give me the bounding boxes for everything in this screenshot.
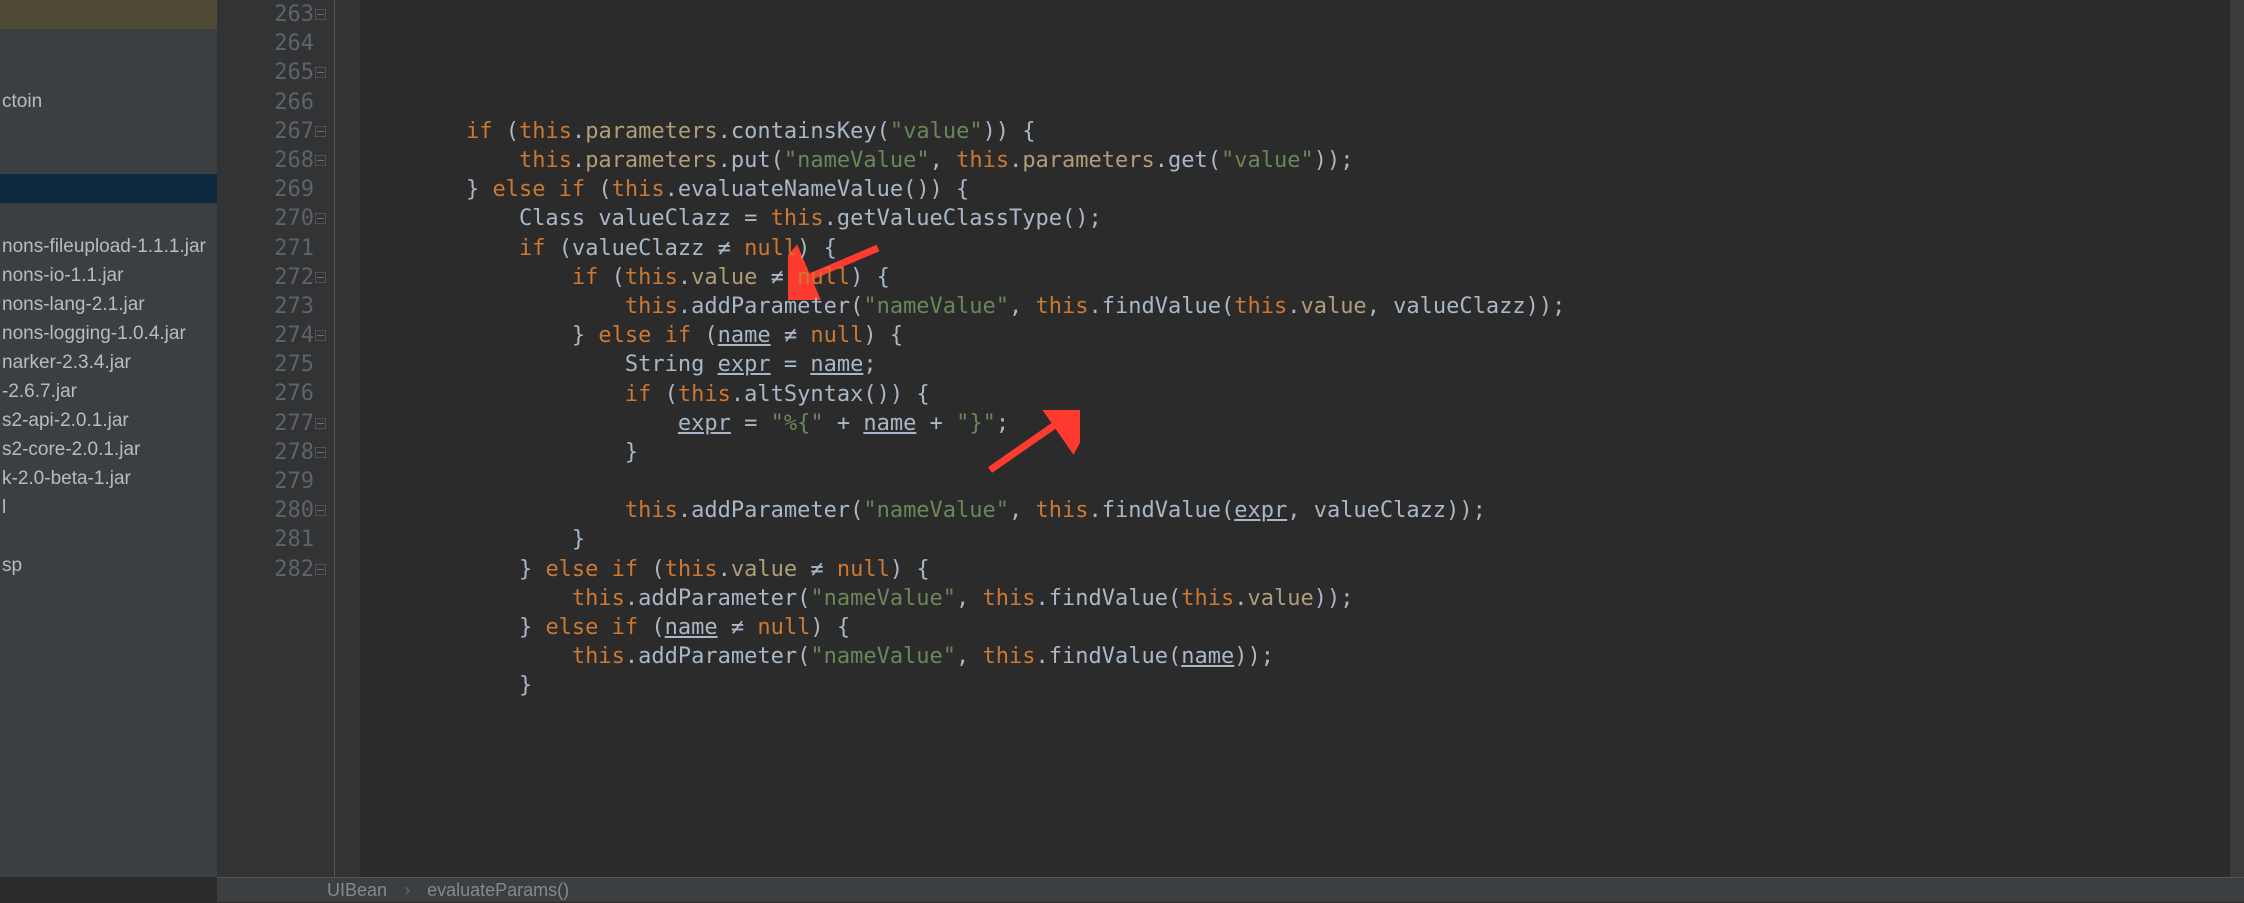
tree-row[interactable]: k-2.0-beta-1.jar <box>0 464 217 493</box>
line-number[interactable]: 271 <box>217 234 334 263</box>
fold-toggle-icon[interactable] <box>308 321 333 350</box>
tree-row[interactable]: nons-lang-2.1.jar <box>0 290 217 319</box>
code-line[interactable] <box>360 467 2244 496</box>
tree-row[interactable]: -2.6.7.jar <box>0 377 217 406</box>
project-tree[interactable]: ctoin nons-fileupload-1.1.1.jarnons-io-1.… <box>0 0 217 877</box>
code-line[interactable]: if (this.parameters.containsKey("value")… <box>360 117 2244 146</box>
fold-toggle-icon[interactable] <box>308 58 333 87</box>
fold-toggle-icon[interactable] <box>308 409 333 438</box>
code-line[interactable]: this.addParameter("nameValue", this.find… <box>360 584 2244 613</box>
tree-row[interactable] <box>0 116 217 145</box>
fold-toggle-icon[interactable] <box>308 146 333 175</box>
code-line[interactable]: } else if (name ≠ null) { <box>360 321 2244 350</box>
fold-toggle-icon[interactable] <box>308 117 333 146</box>
chevron-right-icon: › <box>404 880 410 900</box>
fold-toggle-icon[interactable] <box>308 0 333 29</box>
tree-row[interactable]: s2-api-2.0.1.jar <box>0 406 217 435</box>
code-line[interactable]: this.addParameter("nameValue", this.find… <box>360 642 2244 671</box>
line-number[interactable]: 266 <box>217 88 334 117</box>
editor-code-area[interactable]: if (this.parameters.containsKey("value")… <box>360 0 2244 877</box>
breadcrumb[interactable]: UIBean › evaluateParams() <box>217 877 2244 902</box>
tree-row[interactable] <box>0 145 217 174</box>
breadcrumb-item[interactable]: evaluateParams() <box>427 880 569 900</box>
fold-toggle-icon[interactable] <box>308 263 333 292</box>
code-line[interactable]: if (valueClazz ≠ null) { <box>360 234 2244 263</box>
tree-row[interactable]: s2-core-2.0.1.jar <box>0 435 217 464</box>
line-number[interactable]: 264 <box>217 29 334 58</box>
tree-row[interactable]: ctoin <box>0 87 217 116</box>
code-line[interactable]: } else if (this.value ≠ null) { <box>360 555 2244 584</box>
code-line[interactable]: } <box>360 525 2244 554</box>
tree-row[interactable] <box>0 522 217 551</box>
tree-row[interactable]: narker-2.3.4.jar <box>0 348 217 377</box>
code-line[interactable]: } else if (name ≠ null) { <box>360 613 2244 642</box>
tree-row[interactable]: nons-io-1.1.jar <box>0 261 217 290</box>
line-number[interactable]: 275 <box>217 350 334 379</box>
tree-row[interactable] <box>0 203 217 232</box>
line-number[interactable]: 276 <box>217 379 334 408</box>
line-number[interactable]: 269 <box>217 175 334 204</box>
line-number[interactable]: 273 <box>217 292 334 321</box>
fold-toggle-icon[interactable] <box>308 496 333 525</box>
tree-row[interactable]: l <box>0 493 217 522</box>
code-line[interactable]: if (this.value ≠ null) { <box>360 263 2244 292</box>
tree-row[interactable] <box>0 58 217 87</box>
fold-toggle-icon[interactable] <box>308 438 333 467</box>
line-number[interactable]: 279 <box>217 467 334 496</box>
code-line[interactable]: if (this.altSyntax()) { <box>360 380 2244 409</box>
breadcrumb-item[interactable]: UIBean <box>327 880 387 900</box>
code-line[interactable]: String expr = name; <box>360 350 2244 379</box>
code-line[interactable]: expr = "%{" + name + "}"; <box>360 409 2244 438</box>
line-number[interactable]: 281 <box>217 525 334 554</box>
tree-row[interactable]: sp <box>0 551 217 580</box>
code-line[interactable]: this.addParameter("nameValue", this.find… <box>360 292 2244 321</box>
code-line[interactable]: Class valueClazz = this.getValueClassTyp… <box>360 204 2244 233</box>
fold-toggle-icon[interactable] <box>308 555 333 584</box>
fold-gutter[interactable] <box>335 0 360 877</box>
code-line[interactable]: this.addParameter("nameValue", this.find… <box>360 496 2244 525</box>
tree-row[interactable] <box>0 0 217 29</box>
code-line[interactable]: this.parameters.put("nameValue", this.pa… <box>360 146 2244 175</box>
fold-toggle-icon[interactable] <box>308 204 333 233</box>
tree-row[interactable] <box>0 174 217 203</box>
tree-row[interactable] <box>0 29 217 58</box>
tree-row[interactable]: nons-logging-1.0.4.jar <box>0 319 217 348</box>
code-line[interactable]: } <box>360 438 2244 467</box>
tree-row[interactable]: nons-fileupload-1.1.1.jar <box>0 232 217 261</box>
code-line[interactable]: } <box>360 671 2244 700</box>
editor-scrollbar[interactable] <box>2230 0 2244 877</box>
code-line[interactable]: } else if (this.evaluateNameValue()) { <box>360 175 2244 204</box>
